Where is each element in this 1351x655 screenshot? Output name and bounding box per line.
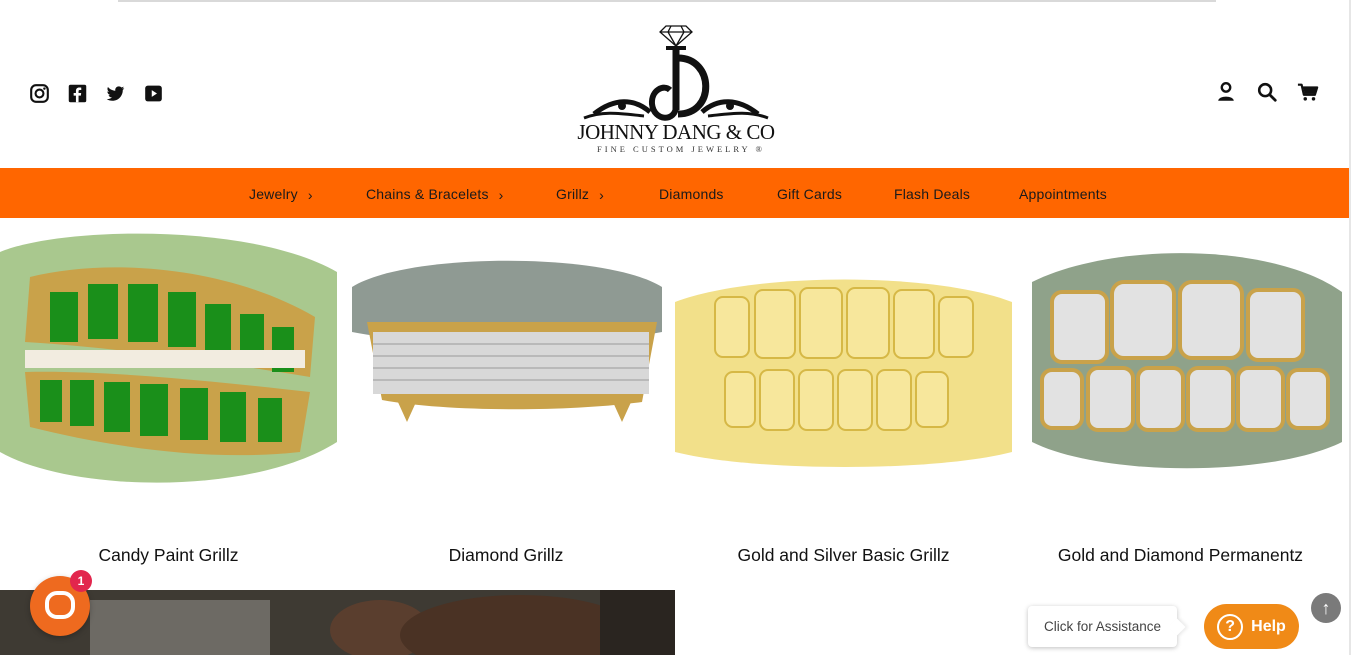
nav-item-label: Grillz xyxy=(556,186,590,202)
help-button[interactable]: ? Help xyxy=(1204,604,1299,649)
product-title[interactable]: Diamond Grillz xyxy=(337,545,675,566)
brand-name: JOHNNY DANG & CO xyxy=(577,120,775,144)
product-title[interactable]: Gold and Silver Basic Grillz xyxy=(675,545,1012,566)
product-card-candy-paint[interactable]: Candy Paint Grillz xyxy=(0,218,337,590)
chat-launcher-button[interactable]: 1 xyxy=(30,570,92,636)
social-links xyxy=(29,83,164,104)
chevron-right-icon: › xyxy=(498,187,504,203)
search-icon[interactable] xyxy=(1256,81,1278,103)
nav-item-label: Gift Cards xyxy=(777,186,843,202)
nav-item-label: Chains & Bracelets xyxy=(366,186,489,202)
youtube-icon[interactable] xyxy=(143,83,164,104)
chat-bubble-icon xyxy=(45,591,75,619)
facebook-icon[interactable] xyxy=(67,83,88,104)
nav-item-label: Flash Deals xyxy=(894,186,971,202)
brand-logo[interactable]: JOHNNY DANG & CO FINE CUSTOM JEWELRY ® xyxy=(574,18,778,160)
assistance-tooltip[interactable]: Click for Assistance xyxy=(1028,606,1177,647)
nav-item-jewelry[interactable]: Jewelry › xyxy=(249,186,313,202)
chat-notification-badge: 1 xyxy=(70,570,92,592)
chevron-right-icon: › xyxy=(599,187,604,203)
question-icon: ? xyxy=(1217,613,1244,640)
nav-item-diamonds[interactable]: Diamonds xyxy=(659,186,724,202)
video-preview[interactable] xyxy=(0,590,675,655)
main-nav-items: Jewelry › Chains & Bracelets › Grillz › Diamon… xyxy=(0,168,1349,218)
scroll-to-top-icon[interactable]: ↑ xyxy=(1311,593,1341,623)
chevron-right-icon: › xyxy=(307,187,313,203)
utility-icons xyxy=(1215,81,1319,103)
instagram-icon[interactable] xyxy=(29,83,50,104)
cart-icon[interactable] xyxy=(1297,81,1319,103)
product-image[interactable] xyxy=(337,222,675,500)
product-grid: Candy Paint Grillz Diamond Grillz Gold a… xyxy=(0,218,1349,590)
twitter-icon[interactable] xyxy=(105,83,126,104)
site-header: JOHNNY DANG & CO FINE CUSTOM JEWELRY ® xyxy=(0,5,1349,168)
nav-item-label: Jewelry xyxy=(249,186,298,202)
nav-item-gift-cards[interactable]: Gift Cards xyxy=(777,186,842,202)
nav-item-appointments[interactable]: Appointments xyxy=(1019,186,1107,202)
nav-item-label: Appointments xyxy=(1019,186,1108,202)
product-card-diamond[interactable]: Diamond Grillz xyxy=(337,218,675,590)
product-image[interactable] xyxy=(1012,222,1349,500)
jd-monogram-icon xyxy=(583,25,769,121)
product-image[interactable] xyxy=(675,222,1012,500)
product-title[interactable]: Gold and Diamond Permanentz xyxy=(1012,545,1349,566)
nav-item-flash-deals[interactable]: Flash Deals xyxy=(894,186,970,202)
account-icon[interactable] xyxy=(1215,81,1237,103)
product-card-gold-silver[interactable]: Gold and Silver Basic Grillz xyxy=(675,218,1012,590)
brand-tagline: FINE CUSTOM JEWELRY ® xyxy=(597,144,765,154)
product-image[interactable] xyxy=(0,222,337,500)
top-divider xyxy=(118,0,1216,2)
main-nav: Jewelry › Chains & Bracelets › Grillz › Diamon… xyxy=(0,168,1349,218)
help-label: Help xyxy=(1251,617,1286,635)
nav-item-grillz[interactable]: Grillz › xyxy=(556,186,604,202)
product-title[interactable]: Candy Paint Grillz xyxy=(0,545,337,566)
nav-item-label: Diamonds xyxy=(659,186,724,202)
product-card-gold-diamond[interactable]: Gold and Diamond Permanentz xyxy=(1012,218,1349,590)
nav-item-chains-bracelets[interactable]: Chains & Bracelets › xyxy=(366,186,504,202)
